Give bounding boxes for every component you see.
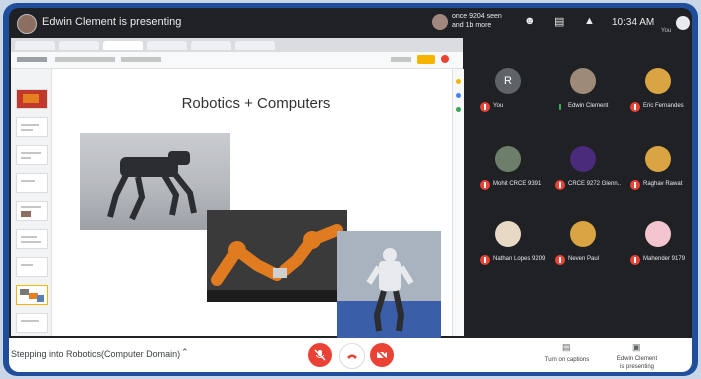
presenting-line-2: is presenting <box>619 364 655 370</box>
participants-line-2: and 1b more <box>452 22 492 29</box>
participant-tile[interactable]: R You <box>473 60 541 128</box>
slides-toolbar <box>11 52 463 69</box>
presenter-avatar <box>17 14 37 34</box>
mic-muted-icon <box>630 180 640 190</box>
participant-name: Mahender 9179 <box>643 256 686 262</box>
participant-avatar <box>645 146 671 172</box>
top-bar: Edwin Clement is presenting once 9204 se… <box>9 8 692 38</box>
slide-thumbnail <box>16 201 48 221</box>
side-panel-strip <box>452 69 464 336</box>
captions-icon[interactable]: ▤ <box>562 342 571 353</box>
you-label: You <box>661 28 672 34</box>
participant-tile[interactable]: CRCE 9272 Glenn.. <box>548 138 621 206</box>
leave-call-button[interactable] <box>339 343 365 369</box>
slide-thumbnail <box>16 89 48 109</box>
participant-name: You <box>493 103 504 109</box>
browser-tab <box>147 41 187 50</box>
people-icon[interactable]: ☻ <box>524 15 536 27</box>
participant-avatar[interactable] <box>432 14 448 30</box>
slide-thumbnail <box>16 229 48 249</box>
calendar-icon <box>456 107 461 112</box>
chat-icon[interactable]: ▤ <box>554 15 564 28</box>
hang-up-icon <box>347 354 357 359</box>
share-button <box>417 55 435 64</box>
slide-thumbnail <box>16 313 48 333</box>
slide-thumbnails <box>11 69 52 336</box>
participant-tile[interactable]: Edwin Clement <box>548 60 616 128</box>
camera-toggle-button[interactable] <box>370 343 394 367</box>
participant-avatar <box>570 68 596 94</box>
participant-name: CRCE 9272 Glenn.. <box>568 181 622 187</box>
slide-thumbnail <box>16 117 48 137</box>
presenting-control[interactable]: Edwin Clement is presenting <box>607 355 667 371</box>
mic-muted-icon <box>480 255 490 265</box>
presenting-line-1: Edwin Clement <box>616 356 658 362</box>
participant-name: Neven Paul <box>568 256 600 262</box>
self-view-button[interactable] <box>676 16 690 30</box>
participants-summary[interactable]: once 9204 seen and 1b more <box>452 12 512 30</box>
mic-active-icon <box>555 102 565 112</box>
participant-tile[interactable]: Mohit CRCE 9391 <box>473 138 541 206</box>
browser-tab-active <box>103 41 143 50</box>
mic-muted-icon <box>480 102 490 112</box>
clock: 10:34 AM <box>612 17 655 28</box>
participants-line-1: once 9204 seen <box>452 13 502 20</box>
presenter-status: Edwin Clement is presenting <box>42 16 182 28</box>
participant-tile[interactable]: Eric Fernandes <box>623 60 691 128</box>
humanoid-robot-photo <box>337 231 441 353</box>
participant-avatar: R <box>495 68 521 94</box>
mic-muted-icon <box>630 255 640 265</box>
participant-avatar <box>645 68 671 94</box>
participant-avatar <box>495 146 521 172</box>
browser-tab <box>59 41 99 50</box>
participant-name: Mohit CRCE 9391 <box>493 181 542 187</box>
doc-title-bar <box>17 57 47 62</box>
mic-muted-icon <box>630 102 640 112</box>
slide-thumbnail <box>16 145 48 165</box>
presentation-slide: Robotics + Computers <box>68 73 444 353</box>
slide-title: Robotics + Computers <box>181 95 331 112</box>
mic-muted-icon <box>555 255 565 265</box>
participant-avatar <box>645 221 671 247</box>
presentation-icon[interactable]: ▣ <box>632 342 641 353</box>
participant-avatar <box>495 221 521 247</box>
mic-off-icon <box>314 349 326 361</box>
participant-tile[interactable]: Nathan Lopes 9209 <box>473 213 545 281</box>
browser-tab <box>235 41 275 50</box>
shared-screen: Robotics + Computers <box>11 38 464 353</box>
camera-off-icon <box>376 349 388 361</box>
mic-toggle-button[interactable] <box>308 343 332 367</box>
account-icon <box>441 55 449 63</box>
slide-thumbnail <box>16 173 48 193</box>
participant-name: Edwin Clement <box>568 103 609 109</box>
captions-label[interactable]: Turn on captions <box>537 357 597 363</box>
chevron-up-icon[interactable]: ⌃ <box>181 347 189 358</box>
meeting-title: Stepping into Robotics(Computer Domain) <box>11 349 181 359</box>
robot-arms-photo <box>207 210 347 302</box>
slideshow-control <box>391 57 411 62</box>
participant-tile[interactable]: Raghav Rawat <box>623 138 691 206</box>
slide-thumbnail <box>16 257 48 277</box>
keep-icon <box>456 79 461 84</box>
activities-icon[interactable]: ▲ <box>584 15 595 27</box>
browser-tab <box>15 41 55 50</box>
participant-avatar <box>570 221 596 247</box>
participant-tile[interactable]: Neven Paul <box>548 213 616 281</box>
slide-thumbnail-current <box>16 285 48 305</box>
participant-name: Eric Fernandes <box>643 103 684 109</box>
mic-muted-icon <box>555 180 565 190</box>
menu-bar <box>55 57 115 62</box>
browser-tabs <box>11 38 463 52</box>
participant-avatar <box>570 146 596 172</box>
toolbar-tools <box>121 57 161 62</box>
bottom-bar: Stepping into Robotics(Computer Domain) … <box>9 338 692 372</box>
browser-tab <box>191 41 231 50</box>
tasks-icon <box>456 93 461 98</box>
participant-tile[interactable]: Mahender 9179 <box>623 213 691 281</box>
meet-window: Edwin Clement is presenting once 9204 se… <box>9 8 692 372</box>
participant-name: Nathan Lopes 9209 <box>493 256 546 262</box>
mic-muted-icon <box>480 180 490 190</box>
participant-name: Raghav Rawat <box>643 181 683 187</box>
